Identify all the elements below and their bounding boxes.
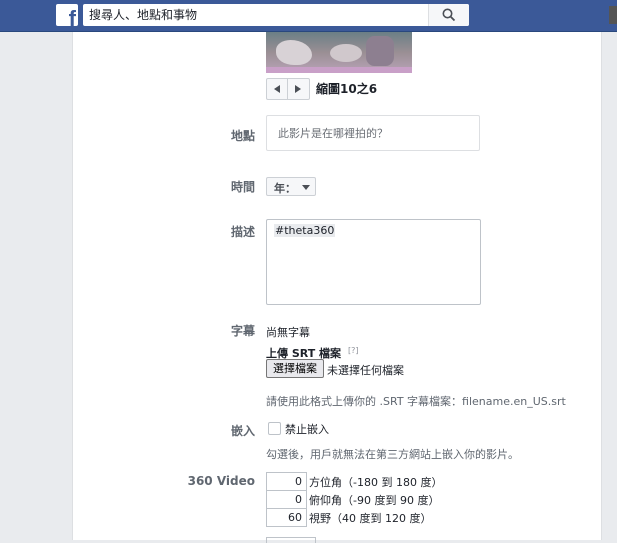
search-box <box>83 4 469 26</box>
location-field <box>266 115 480 151</box>
description-label: 描述 <box>230 225 255 239</box>
location-input[interactable] <box>267 116 479 150</box>
yaw-input[interactable]: 0 <box>266 472 307 491</box>
thumbnail-shape <box>330 44 362 62</box>
fov-input[interactable]: 60 <box>266 508 307 527</box>
search-icon <box>442 8 456 22</box>
yaw-label: 方位角（-180 到 180 度） <box>309 476 443 489</box>
pitch-input[interactable]: 0 <box>266 490 307 509</box>
description-hashtag: #theta360 <box>274 224 336 237</box>
video-thumbnail[interactable] <box>266 32 412 73</box>
search-input[interactable] <box>83 4 429 26</box>
srt-format-hint: 請使用此格式上傳你的 .SRT 字幕檔案：filename.en_US.srt <box>266 395 566 408</box>
top-bar: f <box>0 0 617 32</box>
triangle-left-icon <box>274 85 280 93</box>
search-button[interactable] <box>428 4 469 26</box>
year-select-value: 年： <box>274 182 296 195</box>
no-captions-text: 尚無字幕 <box>266 326 310 339</box>
embed-hint: 勾選後，用戶就無法在第三方網站上嵌入你的影片。 <box>266 448 519 461</box>
description-textarea[interactable]: #theta360 <box>266 219 481 305</box>
thumbnail-counter: 縮圖10之6 <box>316 82 378 96</box>
caret-down-icon <box>302 185 310 190</box>
year-select[interactable]: 年： <box>266 177 316 196</box>
facebook-logo-letter: f <box>68 6 76 27</box>
location-label: 地點 <box>230 129 255 143</box>
thumbnail-nav <box>266 78 310 100</box>
avatar[interactable] <box>609 6 617 24</box>
disable-embed-checkbox[interactable] <box>268 422 281 435</box>
captions-label: 字幕 <box>230 324 255 338</box>
time-label: 時間 <box>230 180 255 194</box>
choose-file-button[interactable]: 選擇檔案 <box>266 359 324 378</box>
triangle-right-icon <box>295 85 301 93</box>
thumbnail-shape <box>366 36 394 66</box>
no-file-chosen-text: 未選擇任何檔案 <box>327 364 404 377</box>
srt-help-link[interactable]: [?] <box>348 346 359 355</box>
next-field-partial <box>266 537 316 543</box>
disable-embed-option[interactable]: 禁止嵌入 <box>285 421 329 437</box>
video360-label: 360 Video <box>187 474 255 488</box>
previous-thumbnail-button[interactable] <box>267 79 288 99</box>
facebook-logo[interactable]: f <box>56 4 78 26</box>
fov-label: 視野（40 度到 120 度） <box>309 512 432 525</box>
pitch-label: 俯仰角（-90 度到 90 度） <box>309 494 440 507</box>
thumbnail-shape <box>276 40 312 65</box>
next-thumbnail-button[interactable] <box>288 79 308 99</box>
thumbnail-shape <box>266 67 412 73</box>
embed-label: 嵌入 <box>230 424 255 438</box>
